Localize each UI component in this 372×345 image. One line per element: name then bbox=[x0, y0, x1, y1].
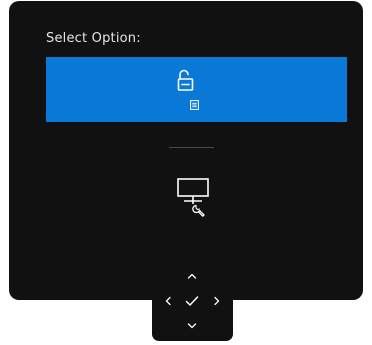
joystick-ok-button[interactable] bbox=[183, 292, 201, 310]
check-icon bbox=[185, 296, 199, 306]
unlock-icon bbox=[177, 69, 194, 91]
wrench-icon bbox=[192, 204, 205, 217]
joystick-up-button[interactable] bbox=[184, 269, 200, 283]
chevron-down-icon bbox=[187, 323, 197, 329]
joystick-down-button[interactable] bbox=[184, 319, 200, 333]
chevron-left-icon bbox=[165, 296, 171, 306]
chevron-right-icon bbox=[214, 296, 220, 306]
joystick-left-button[interactable] bbox=[160, 294, 176, 308]
joystick-right-button[interactable] bbox=[209, 294, 225, 308]
menu-icon bbox=[190, 100, 199, 110]
osd-dialog: Select Option: bbox=[9, 1, 363, 300]
divider bbox=[169, 147, 214, 148]
option-unlock[interactable] bbox=[46, 57, 347, 122]
prompt-label: Select Option: bbox=[46, 31, 141, 46]
joystick-navigator bbox=[152, 262, 233, 341]
option-monitor-settings[interactable] bbox=[169, 171, 214, 221]
chevron-up-icon bbox=[187, 273, 197, 279]
